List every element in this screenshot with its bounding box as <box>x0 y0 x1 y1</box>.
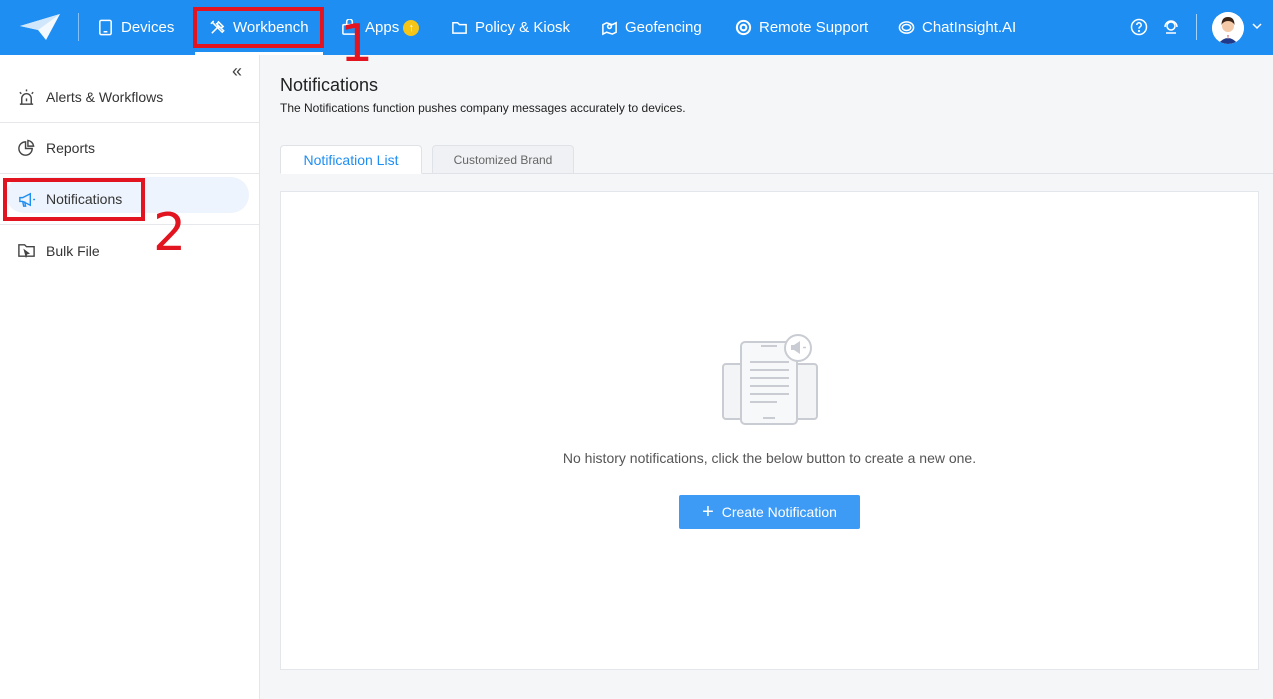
support-agent-button[interactable] <box>1162 18 1180 36</box>
page-title: Notifications <box>280 75 379 95</box>
nav-label: Devices <box>121 19 175 36</box>
top-navigation-bar: Devices Workbench Apps ↑ Policy & Kiosk … <box>0 0 1273 55</box>
paper-plane-logo-icon[interactable] <box>18 12 62 42</box>
plus-icon: + <box>702 501 714 523</box>
tablet-icon <box>99 19 112 36</box>
create-notification-button[interactable]: + Create Notification <box>679 495 860 529</box>
tab-customized-brand[interactable]: Customized Brand <box>432 145 574 174</box>
nav-label: ChatInsight.AI <box>922 19 1017 36</box>
nav-remote-support[interactable]: Remote Support <box>735 0 868 55</box>
annotation-number-1: 1 <box>340 14 374 74</box>
avatar-person-icon <box>1212 12 1244 44</box>
nav-devices[interactable]: Devices <box>97 0 174 55</box>
tab-notification-list[interactable]: Notification List <box>280 145 422 174</box>
empty-state-text: No history notifications, click the belo… <box>562 450 977 466</box>
help-button[interactable] <box>1130 18 1148 36</box>
nav-label: Remote Support <box>759 19 869 36</box>
chat-ai-icon <box>898 21 915 34</box>
tabs-divider <box>280 173 1273 174</box>
sidebar-item-label: Alerts & Workflows <box>46 89 164 105</box>
sidebar-item-alerts-workflows[interactable]: Alerts & Workflows <box>0 72 259 123</box>
user-avatar[interactable] <box>1212 12 1244 44</box>
sidebar: « Alerts & Workflows Reports Notificatio… <box>0 55 260 699</box>
nav-label: Geofencing <box>625 19 702 36</box>
map-pin-icon <box>602 21 617 36</box>
sidebar-item-label: Bulk File <box>46 242 100 259</box>
annotation-box-workbench <box>193 7 324 48</box>
nav-policy-kiosk[interactable]: Policy & Kiosk <box>451 0 570 55</box>
sidebar-item-reports[interactable]: Reports <box>0 123 259 174</box>
lifebuoy-icon <box>735 19 752 36</box>
create-notification-label: Create Notification <box>721 504 837 520</box>
nav-label: Policy & Kiosk <box>475 19 571 36</box>
annotation-number-2: 2 <box>153 203 187 263</box>
update-badge-icon: ↑ <box>403 19 420 36</box>
logo-divider <box>78 13 79 41</box>
page-description: The Notifications function pushes compan… <box>280 101 686 115</box>
agent-icon <box>1164 20 1178 34</box>
nav-geofencing[interactable]: Geofencing <box>601 0 702 55</box>
chevron-down-icon[interactable] <box>1251 20 1263 32</box>
notification-list-panel: No history notifications, click the belo… <box>280 191 1259 670</box>
alarm-icon <box>19 88 34 105</box>
phone-notification-illustration <box>722 334 818 425</box>
folder-upload-icon <box>18 244 35 259</box>
sidebar-item-bulk-file[interactable]: Bulk File <box>0 225 259 276</box>
pie-chart-icon <box>18 139 35 156</box>
nav-chatinsight[interactable]: ChatInsight.AI <box>898 0 1016 55</box>
sidebar-item-label: Reports <box>46 140 96 156</box>
sidebar-item-label: Notifications <box>46 191 123 207</box>
megaphone-icon <box>19 192 36 207</box>
help-icon <box>1130 18 1148 36</box>
topbar-divider <box>1196 14 1197 40</box>
folder-icon <box>452 22 467 34</box>
